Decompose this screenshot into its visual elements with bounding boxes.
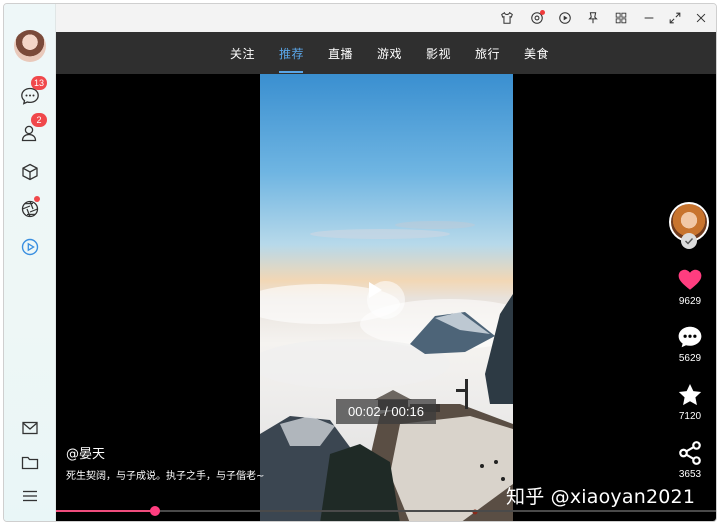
- share-count: 3653: [678, 469, 702, 480]
- comment-icon: [678, 326, 702, 348]
- moments-badge-dot: [34, 196, 40, 202]
- watermark: 知乎 @xiaoyan2021: [506, 486, 696, 508]
- playback-time: 00:02 / 00:16: [336, 399, 436, 424]
- pin-icon[interactable]: [584, 9, 602, 27]
- play-circle-icon[interactable]: [556, 9, 574, 27]
- tab-games[interactable]: 游戏: [377, 45, 402, 62]
- sidebar-item-messages[interactable]: 13: [18, 76, 48, 108]
- post-author-name[interactable]: @晏天: [66, 443, 105, 462]
- sidebar: 13 2: [4, 4, 56, 521]
- messages-badge: 13: [31, 76, 48, 90]
- folder-icon: [21, 456, 39, 470]
- heart-icon: [678, 269, 702, 290]
- app-window: 关注 推荐 直播 游戏 影视 旅行 美食 00:02 / 00:16 9629 …: [3, 3, 717, 522]
- sidebar-item-menu[interactable]: [18, 484, 42, 508]
- tab-recommend[interactable]: 推荐: [279, 45, 304, 62]
- favorite-button[interactable]: 7120: [666, 382, 714, 422]
- mail-icon: [22, 421, 38, 435]
- aperture-icon: [21, 200, 39, 218]
- like-count: 9629: [678, 296, 702, 307]
- sidebar-item-contacts[interactable]: 2: [18, 113, 47, 145]
- contacts-badge: 2: [31, 113, 47, 127]
- sidebar-item-videos[interactable]: [18, 235, 42, 259]
- main-content: 关注 推荐 直播 游戏 影视 旅行 美食 00:02 / 00:16 9629 …: [56, 32, 716, 521]
- shirt-icon[interactable]: [498, 9, 516, 27]
- followed-check-icon[interactable]: [681, 233, 697, 249]
- category-nav: 关注 推荐 直播 游戏 影视 旅行 美食: [56, 32, 716, 74]
- sidebar-item-files[interactable]: [18, 451, 42, 475]
- title-bar: [4, 4, 716, 32]
- tab-follow[interactable]: 关注: [230, 45, 255, 62]
- minimize-icon[interactable]: [640, 9, 658, 27]
- star-icon: [678, 383, 702, 406]
- video-player[interactable]: [260, 74, 513, 521]
- share-button[interactable]: 3653: [666, 440, 714, 480]
- tab-travel[interactable]: 旅行: [475, 45, 500, 62]
- comment-button[interactable]: 5629: [666, 324, 714, 364]
- grid-icon[interactable]: [612, 9, 630, 27]
- menu-icon: [23, 490, 37, 502]
- cube-icon: [22, 163, 38, 181]
- user-avatar[interactable]: [14, 30, 46, 62]
- play-button[interactable]: [367, 281, 405, 319]
- tab-food[interactable]: 美食: [524, 45, 549, 62]
- aperture-icon[interactable]: [528, 9, 546, 27]
- share-icon: [679, 441, 701, 465]
- progress-handle[interactable]: [150, 506, 160, 516]
- comment-count: 5629: [678, 353, 702, 364]
- post-caption: 死生契阔，与子成说。执子之手，与子偕老~: [66, 471, 265, 482]
- tab-movies[interactable]: 影视: [426, 45, 451, 62]
- close-icon[interactable]: [692, 9, 710, 27]
- active-tab-underline: [279, 71, 303, 73]
- favorite-count: 7120: [678, 411, 702, 422]
- play-icon: [369, 282, 382, 298]
- like-button[interactable]: 9629: [666, 267, 714, 307]
- sidebar-item-mail[interactable]: [18, 416, 42, 440]
- sidebar-item-apps[interactable]: [18, 160, 42, 184]
- progress-fill: [56, 510, 155, 512]
- play-circle-icon: [21, 238, 39, 256]
- sidebar-item-moments[interactable]: [18, 196, 42, 221]
- tab-live[interactable]: 直播: [328, 45, 353, 62]
- expand-icon[interactable]: [666, 9, 684, 27]
